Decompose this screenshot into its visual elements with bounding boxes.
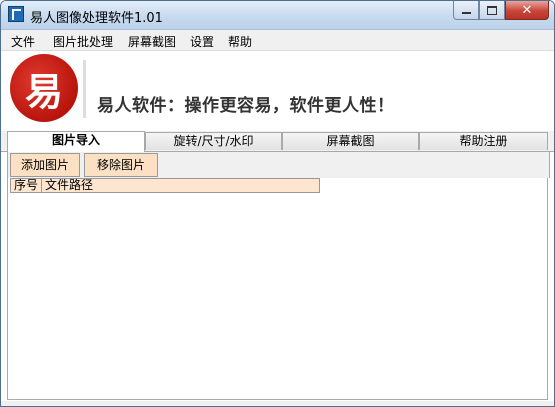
window-bottom-edge: [1, 401, 554, 406]
minimize-icon: [461, 12, 471, 14]
caption-buttons: ✕: [453, 1, 549, 21]
tab-help-register[interactable]: 帮助注册: [419, 132, 548, 150]
banner: 易 易人软件：操作更容易，软件更人性！: [1, 51, 554, 131]
menu-settings[interactable]: 设置: [190, 33, 214, 50]
maximize-icon: [487, 5, 497, 15]
menu-file[interactable]: 文件: [11, 33, 35, 50]
logo-char: 易: [24, 68, 63, 114]
logo: 易: [10, 54, 78, 122]
column-header-index[interactable]: 序号: [10, 178, 42, 193]
column-header-path[interactable]: 文件路径: [41, 178, 320, 193]
file-list[interactable]: 序号 文件路径: [7, 178, 548, 400]
window-title: 易人图像处理软件1.01: [30, 11, 163, 26]
banner-divider: [83, 60, 86, 118]
menu-screenshot[interactable]: 屏幕截图: [128, 33, 176, 50]
remove-image-button[interactable]: 移除图片: [84, 153, 158, 177]
close-icon: ✕: [521, 2, 533, 18]
menu-help[interactable]: 帮助: [228, 33, 252, 50]
menu-batch[interactable]: 图片批处理: [53, 33, 113, 50]
tab-strip: 图片导入 旋转/尺寸/水印 屏幕截图 帮助注册: [1, 131, 554, 152]
banner-slogan: 易人软件：操作更容易，软件更人性！: [97, 96, 395, 116]
app-window: 易人图像处理软件1.01 ✕ 文件 图片批处理 屏幕截图 设置 帮助 易 易人软…: [0, 0, 555, 407]
tab-rotate-resize-watermark[interactable]: 旋转/尺寸/水印: [145, 132, 282, 150]
toolbar: 添加图片 移除图片: [7, 152, 550, 178]
close-button[interactable]: ✕: [505, 1, 549, 20]
maximize-button[interactable]: [479, 1, 505, 20]
menu-bar: 文件 图片批处理 屏幕截图 设置 帮助: [1, 30, 554, 51]
minimize-button[interactable]: [453, 1, 479, 20]
tab-screenshot[interactable]: 屏幕截图: [282, 132, 419, 150]
tab-image-import[interactable]: 图片导入: [7, 131, 145, 152]
add-image-button[interactable]: 添加图片: [10, 153, 80, 177]
app-icon[interactable]: [8, 6, 24, 22]
title-bar[interactable]: 易人图像处理软件1.01 ✕: [1, 1, 554, 30]
